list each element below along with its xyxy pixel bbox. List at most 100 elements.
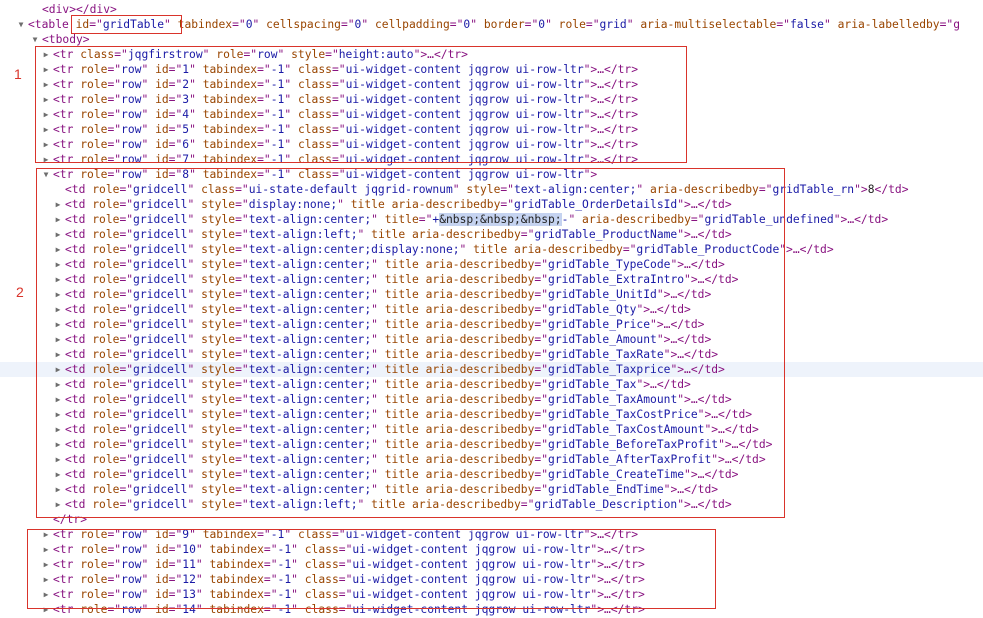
dom-node-line[interactable]: ▶ <tr role="row" id="2" tabindex="-1" cla… — [0, 77, 983, 92]
dom-node-line[interactable]: ▼ <tbody> — [0, 32, 983, 47]
tag-text: " — [284, 93, 298, 106]
expand-triangle-right-icon[interactable]: ▶ — [53, 362, 63, 377]
dom-node-line[interactable]: ▶ <td role="gridcell" style="text-align:c… — [0, 377, 983, 392]
attr-name: aria-describedby — [425, 303, 535, 316]
dom-node-line[interactable]: ▶ <td role="gridcell" style="text-align:c… — [0, 317, 983, 332]
dom-node-line[interactable]: ▶ <tr role="row" id="1" tabindex="-1" cla… — [0, 62, 983, 77]
dom-node-line[interactable]: ▼ <table id="gridTable" tabindex="0" cell… — [0, 17, 983, 32]
dom-node-line[interactable]: ▶ <td role="gridcell" style="text-align:c… — [0, 362, 983, 377]
attr-name: tabindex — [209, 573, 264, 586]
expand-triangle-right-icon[interactable]: ▶ — [53, 377, 63, 392]
expand-triangle-right-icon[interactable]: ▶ — [41, 122, 51, 137]
attr-name: style — [201, 258, 236, 271]
expand-triangle-right-icon[interactable]: ▶ — [53, 452, 63, 467]
dom-node-line[interactable]: ▶ <tr role="row" id="6" tabindex="-1" cla… — [0, 137, 983, 152]
attr-value: text-align:left; — [248, 498, 358, 511]
expand-triangle-right-icon[interactable]: ▶ — [41, 527, 51, 542]
dom-node-line[interactable]: ▶ <td role="gridcell" style="text-align:l… — [0, 227, 983, 242]
expand-triangle-right-icon[interactable]: ▶ — [53, 482, 63, 497]
dom-node-line[interactable]: ▶ <tr role="row" id="5" tabindex="-1" cla… — [0, 122, 983, 137]
dom-node-line[interactable]: ▶ <td role="gridcell" style="text-align:c… — [0, 422, 983, 437]
expand-triangle-right-icon[interactable]: ▶ — [41, 77, 51, 92]
expand-triangle-right-icon[interactable]: ▶ — [53, 197, 63, 212]
dom-node-line[interactable]: ▶ <tr role="row" id="10" tabindex="-1" cl… — [0, 542, 983, 557]
expand-triangle-right-icon[interactable]: ▶ — [41, 152, 51, 167]
dom-node-line[interactable]: ▶ <tr role="row" id="13" tabindex="-1" cl… — [0, 587, 983, 602]
expand-triangle-right-icon[interactable]: ▶ — [53, 347, 63, 362]
expand-triangle-right-icon[interactable]: ▶ — [53, 332, 63, 347]
expand-triangle-right-icon[interactable]: ▶ — [53, 242, 63, 257]
expand-triangle-right-icon[interactable]: ▶ — [41, 107, 51, 122]
dom-node-line[interactable]: ▶ <td role="gridcell" style="text-align:c… — [0, 332, 983, 347]
expand-triangle-down-icon[interactable]: ▼ — [16, 17, 26, 32]
node-markup: <td role="gridcell" style="text-align:ce… — [65, 242, 834, 257]
dom-node-line[interactable]: ▶ <tr role="row" id="12" tabindex="-1" cl… — [0, 572, 983, 587]
dom-node-line[interactable]: ▶ <td role="gridcell" style="text-align:c… — [0, 437, 983, 452]
dom-node-line[interactable]: ▶ <td role="gridcell" style="text-align:c… — [0, 467, 983, 482]
tag-text: ">…</td> — [663, 483, 719, 496]
attr-value: gridcell — [133, 228, 188, 241]
attr-name: style — [201, 483, 236, 496]
attr-value: -1 — [277, 573, 292, 586]
tag-text: " — [141, 63, 156, 76]
expand-triangle-down-icon[interactable]: ▼ — [41, 167, 51, 182]
expand-triangle-right-icon[interactable]: ▶ — [53, 212, 63, 227]
dom-node-line[interactable]: ▶ <td role="gridcell" style="text-align:c… — [0, 242, 983, 257]
dom-node-line[interactable]: ▶ <tr role="row" id="14" tabindex="-1" cl… — [0, 602, 983, 617]
dom-node-line[interactable]: ▶ <tr class="jqgfirstrow" role="row" styl… — [0, 47, 983, 62]
expand-triangle-right-icon[interactable]: ▶ — [41, 47, 51, 62]
expand-triangle-right-icon[interactable]: ▶ — [41, 557, 51, 572]
dom-node-line[interactable]: ▶ <td role="gridcell" style="text-align:c… — [0, 392, 983, 407]
dom-node-line[interactable]: ▶ <td role="gridcell" style="text-align:c… — [0, 347, 983, 362]
expand-triangle-right-icon[interactable]: ▶ — [53, 497, 63, 512]
dom-node-line[interactable]: ▶ <td role="gridcell" style="text-align:c… — [0, 212, 983, 227]
dom-node-line[interactable]: </tr> — [0, 512, 983, 527]
expand-triangle-right-icon[interactable]: ▶ — [53, 227, 63, 242]
tag-text: " — [141, 588, 156, 601]
dom-node-line[interactable]: ▶ <tr role="row" id="11" tabindex="-1" cl… — [0, 557, 983, 572]
attr-value: ui-widget-content jqgrow ui-row-ltr — [345, 78, 584, 91]
attr-value: -1 — [277, 558, 292, 571]
expand-triangle-right-icon[interactable]: ▶ — [53, 407, 63, 422]
expand-triangle-right-icon[interactable]: ▶ — [41, 137, 51, 152]
dom-node-line[interactable]: ▶ <tr role="row" id="7" tabindex="-1" cla… — [0, 152, 983, 167]
attr-name: tabindex — [202, 78, 258, 91]
tag-text: =" — [235, 363, 249, 376]
expand-triangle-right-icon[interactable]: ▶ — [53, 287, 63, 302]
elements-tree[interactable]: <div></div> ▼ <table id="gridTable" tabind… — [0, 0, 983, 617]
dom-node-line[interactable]: ▶ <td role="gridcell" style="text-align:c… — [0, 452, 983, 467]
expand-triangle-right-icon[interactable]: ▶ — [53, 272, 63, 287]
dom-node-line[interactable]: ▶ <td role="gridcell" style="text-align:c… — [0, 257, 983, 272]
dom-node-line[interactable]: ▶ <tr role="row" id="9" tabindex="-1" cla… — [0, 527, 983, 542]
tag-text: ">…</tr> — [590, 573, 645, 586]
dom-node-line[interactable]: <td role="gridcell" class="ui-state-defa… — [0, 182, 983, 197]
expand-triangle-down-icon[interactable]: ▼ — [30, 32, 40, 47]
expand-triangle-right-icon[interactable]: ▶ — [53, 302, 63, 317]
dom-node-line[interactable]: ▶ <tr role="row" id="3" tabindex="-1" cla… — [0, 92, 983, 107]
expand-triangle-right-icon[interactable]: ▶ — [41, 587, 51, 602]
dom-node-line[interactable]: ▶ <td role="gridcell" style="text-align:l… — [0, 497, 983, 512]
expand-triangle-right-icon[interactable]: ▶ — [41, 62, 51, 77]
expand-triangle-right-icon[interactable]: ▶ — [53, 392, 63, 407]
expand-triangle-right-icon[interactable]: ▶ — [53, 422, 63, 437]
tag-text: " — [187, 498, 202, 511]
dom-node-line[interactable]: ▶ <td role="gridcell" style="text-align:c… — [0, 272, 983, 287]
expand-triangle-right-icon[interactable]: ▶ — [41, 602, 51, 617]
dom-node-line[interactable]: ▶ <td role="gridcell" style="text-align:c… — [0, 407, 983, 422]
dom-node-line[interactable]: ▶ <tr role="row" id="4" tabindex="-1" cla… — [0, 107, 983, 122]
expand-triangle-right-icon[interactable]: ▶ — [41, 572, 51, 587]
dom-node-line[interactable]: ▶ <td role="gridcell" style="display:none… — [0, 197, 983, 212]
expand-triangle-right-icon[interactable]: ▶ — [53, 317, 63, 332]
dom-node-line[interactable]: ▶ <td role="gridcell" style="text-align:c… — [0, 482, 983, 497]
dom-node-line[interactable]: ▶ <td role="gridcell" style="text-align:c… — [0, 302, 983, 317]
dom-node-line[interactable]: <div></div> — [0, 2, 983, 17]
dom-node-line[interactable]: ▼ <tr role="row" id="8" tabindex="-1" cla… — [0, 167, 983, 182]
attr-value: -1 — [270, 93, 285, 106]
tag-text: =" — [119, 258, 134, 271]
dom-node-line[interactable]: ▶ <td role="gridcell" style="text-align:c… — [0, 287, 983, 302]
expand-triangle-right-icon[interactable]: ▶ — [53, 257, 63, 272]
expand-triangle-right-icon[interactable]: ▶ — [41, 542, 51, 557]
expand-triangle-right-icon[interactable]: ▶ — [41, 92, 51, 107]
expand-triangle-right-icon[interactable]: ▶ — [53, 437, 63, 452]
expand-triangle-right-icon[interactable]: ▶ — [53, 467, 63, 482]
